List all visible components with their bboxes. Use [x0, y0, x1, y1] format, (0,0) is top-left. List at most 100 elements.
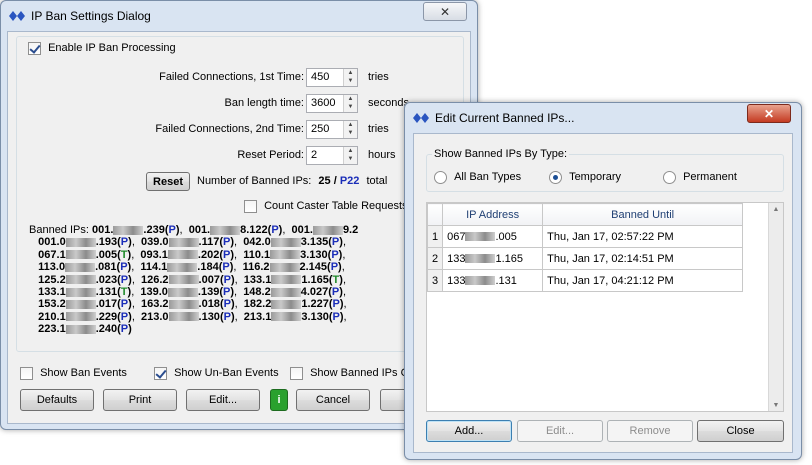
- radio-temporary-row[interactable]: Temporary: [549, 171, 621, 184]
- spin-down-icon[interactable]: ▼: [344, 103, 357, 111]
- ban-type-marker: P: [120, 273, 129, 286]
- field-label-failed-1st: Failed Connections, 1st Time:: [159, 71, 304, 83]
- banned-ip-entry: 116.2 2.145(P): [242, 261, 342, 274]
- show-unban-events-row[interactable]: Show Un-Ban Events: [154, 367, 279, 380]
- table-row[interactable]: 2 133 1.165 Thu, Jan 17, 02:14:51 PM: [426, 247, 744, 270]
- ban-type-marker: P: [120, 261, 128, 274]
- field-label-ban-length: Ban length time:: [224, 97, 305, 109]
- radio-temporary-label: Temporary: [569, 171, 622, 184]
- reset-period-value[interactable]: 2: [311, 149, 317, 161]
- ip-prefix: 067: [447, 230, 466, 243]
- show-banned-ips-row[interactable]: Show Banned IPs Co: [290, 367, 415, 380]
- print-button[interactable]: Print: [103, 389, 177, 411]
- spin-up-icon[interactable]: ▲: [344, 147, 357, 155]
- failed-1st-spinner[interactable]: 450 ▲ ▼: [306, 68, 358, 87]
- reset-period-spinner[interactable]: 2 ▲ ▼: [306, 146, 358, 165]
- show-unban-events-checkbox[interactable]: [154, 367, 167, 380]
- spin-down-icon[interactable]: ▼: [344, 77, 357, 85]
- title-bar[interactable]: IP Ban Settings Dialog: [1, 1, 477, 31]
- cell-banned-until[interactable]: Thu, Jan 17, 04:21:12 PM: [542, 269, 744, 292]
- ban-type-marker: P: [332, 298, 340, 311]
- grid-header-row: IP Address Banned Until: [426, 203, 744, 226]
- ban-type-marker: P: [222, 261, 230, 274]
- spin-up-icon[interactable]: ▲: [344, 121, 357, 129]
- scroll-up-icon[interactable]: ▲: [769, 203, 783, 213]
- table-row[interactable]: 1 067 .005 Thu, Jan 17, 02:57:22 PM: [426, 225, 744, 248]
- banned-ip-line: 067.1.005(T), 093.1.202(P), 110.1 3.130(P…: [38, 248, 352, 261]
- show-ban-events-checkbox[interactable]: [20, 367, 33, 380]
- cell-ip-address[interactable]: 133 1.165: [442, 247, 544, 270]
- spin-down-icon[interactable]: ▼: [344, 155, 357, 163]
- ban-type-marker: P: [223, 286, 231, 299]
- redacted-block: [65, 275, 96, 285]
- banned-ips-grid[interactable]: IP Address Banned Until 1 067 .005 Thu, J…: [426, 202, 784, 412]
- edit-button[interactable]: Edit...: [186, 389, 260, 411]
- close-window-button[interactable]: ✕: [423, 2, 467, 21]
- banned-ip-entry: 125.2.023(P): [38, 273, 132, 286]
- redacted-block: [168, 238, 199, 247]
- edit-entry-button[interactable]: Edit...: [517, 420, 603, 442]
- enable-ban-checkbox[interactable]: [28, 42, 41, 55]
- enable-ban-row[interactable]: Enable IP Ban Processing: [28, 42, 176, 55]
- defaults-button[interactable]: Defaults: [20, 389, 94, 411]
- edit-title-bar[interactable]: Edit Current Banned IPs...: [405, 103, 801, 133]
- cancel-button[interactable]: Cancel: [296, 389, 370, 411]
- banned-count-separator: /: [330, 175, 340, 187]
- banned-ip-entry: 126.2.007(P): [140, 273, 235, 286]
- enable-ban-label: Enable IP Ban Processing: [48, 42, 176, 55]
- scroll-down-icon[interactable]: ▼: [769, 402, 783, 409]
- close-button[interactable]: Close: [697, 420, 784, 442]
- redacted-block: [210, 225, 241, 235]
- ban-length-value[interactable]: 3600: [311, 97, 335, 109]
- show-ban-events-label: Show Ban Events: [40, 367, 127, 380]
- banned-count-total: total: [366, 175, 388, 187]
- failed-1st-value[interactable]: 450: [311, 71, 329, 83]
- ban-type-marker: P: [223, 298, 231, 311]
- column-ip-address[interactable]: IP Address: [442, 203, 544, 226]
- show-banned-ips-checkbox[interactable]: [290, 367, 303, 380]
- ip-suffix: 1.165: [495, 252, 524, 265]
- spin-down-icon[interactable]: ▼: [344, 129, 357, 137]
- close-icon: ✕: [763, 106, 775, 121]
- remove-button[interactable]: Remove: [607, 420, 693, 442]
- show-ban-events-row[interactable]: Show Ban Events: [20, 367, 127, 380]
- edit-close-window-button[interactable]: ✕: [747, 104, 791, 123]
- radio-temporary[interactable]: [549, 171, 562, 184]
- ip-suffix: .131: [495, 274, 517, 287]
- redacted-block: [168, 275, 199, 285]
- radio-permanent-label: Permanent: [683, 171, 737, 184]
- cell-banned-until[interactable]: Thu, Jan 17, 02:14:51 PM: [542, 247, 744, 270]
- spin-up-icon[interactable]: ▲: [344, 95, 357, 103]
- redacted-block: [65, 250, 96, 260]
- redacted-block: [167, 262, 198, 272]
- add-button[interactable]: Add...: [426, 420, 512, 442]
- table-row[interactable]: 3 133 .131 Thu, Jan 17, 04:21:12 PM: [426, 269, 744, 292]
- banned-ip-entry: 001. .239(P): [92, 224, 180, 236]
- redacted-block: [271, 300, 302, 310]
- cell-ip-address[interactable]: 067 .005: [442, 225, 544, 248]
- info-button[interactable]: i: [270, 389, 288, 411]
- caster-row[interactable]: Count Caster Table Requests: [244, 200, 408, 213]
- banned-ip-line: 133.1.131(T), 139.0.139(P), 148.2 4.027(P…: [38, 286, 353, 299]
- cell-ip-address[interactable]: 133 .131: [442, 269, 544, 292]
- failed-2nd-spinner[interactable]: 250 ▲ ▼: [306, 120, 358, 139]
- radio-permanent-row[interactable]: Permanent: [663, 171, 737, 184]
- banned-ip-entry: 001.0.193(P): [38, 236, 132, 249]
- radio-all-ban-types[interactable]: [434, 171, 447, 184]
- ban-length-spinner[interactable]: 3600 ▲ ▼: [306, 94, 358, 113]
- redacted-block: [65, 312, 96, 322]
- reset-button[interactable]: Reset: [146, 172, 190, 191]
- ban-type-marker: P: [223, 236, 231, 249]
- radio-all-row[interactable]: All Ban Types: [434, 171, 521, 184]
- count-caster-checkbox[interactable]: [244, 200, 257, 213]
- radio-permanent[interactable]: [663, 171, 676, 184]
- failed-2nd-value[interactable]: 250: [311, 123, 329, 135]
- cell-banned-until[interactable]: Thu, Jan 17, 02:57:22 PM: [542, 225, 744, 248]
- grid-corner: [426, 203, 444, 226]
- banned-ip-line: Banned IPs: 001. .239(P), 001. 8.122(P), 0…: [29, 224, 359, 236]
- grid-vertical-scrollbar[interactable]: ▲ ▼: [768, 203, 783, 411]
- column-banned-until[interactable]: Banned Until: [542, 203, 744, 226]
- radio-all-label: All Ban Types: [454, 171, 522, 184]
- spin-up-icon[interactable]: ▲: [344, 69, 357, 77]
- banned-ip-entry: 133.1 1.165(T): [243, 273, 343, 286]
